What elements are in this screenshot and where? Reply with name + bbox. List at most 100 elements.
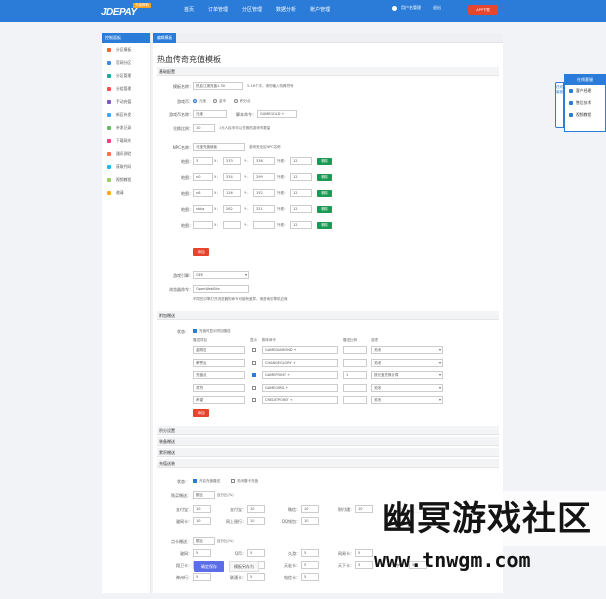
x-input[interactable]	[223, 221, 241, 229]
sidebar-item[interactable]: 分区模板	[102, 43, 150, 56]
sidebar-item[interactable]: 补发记录	[102, 121, 150, 134]
outer-input[interactable]: 12	[290, 189, 312, 197]
extra-ratio-input[interactable]	[343, 383, 367, 392]
gift-input[interactable]: 5	[247, 573, 265, 581]
extra-command-input[interactable]: GAMEPOINT +	[262, 371, 338, 379]
extra-command-input[interactable]: GAMEGIRD +	[262, 383, 338, 392]
gift-input[interactable]: 5	[247, 549, 265, 557]
outer-input[interactable]: 12	[290, 221, 312, 229]
delete-map-button[interactable]: 删除	[317, 190, 332, 197]
gift-input[interactable]: 5	[301, 573, 319, 581]
sidebar-item[interactable]: 视频教程	[102, 173, 150, 186]
gift-input[interactable]: 5	[301, 561, 319, 569]
user-name[interactable]: 用户名管理	[401, 5, 421, 11]
outer-input[interactable]: 12	[290, 157, 312, 165]
extra-enable-checkbox[interactable]	[193, 329, 197, 333]
delete-map-button[interactable]: 删除	[317, 222, 332, 229]
extra-show-checkbox[interactable]	[252, 348, 256, 352]
extra-show-checkbox[interactable]	[252, 373, 256, 377]
currency-radio-points[interactable]	[234, 99, 238, 103]
extra-ratio-input[interactable]	[343, 358, 367, 367]
ratio-input[interactable]: 10	[193, 124, 215, 132]
sidebar-item[interactable]: 下载网关	[102, 134, 150, 147]
y-input[interactable]: 299	[253, 173, 275, 181]
x-input[interactable]: 126	[223, 189, 241, 197]
extra-option-select[interactable]: 关闭	[371, 346, 443, 354]
y-input[interactable]: 152	[253, 189, 275, 197]
gift-input[interactable]: 5	[193, 549, 211, 557]
extra-show-checkbox[interactable]	[252, 398, 256, 402]
extra-option-select[interactable]: 关闭	[371, 358, 443, 367]
delete-map-button[interactable]: 删除	[317, 206, 332, 213]
gift-ratio-input[interactable]: 额比	[193, 491, 215, 499]
add-map-button[interactable]: 添加	[193, 248, 209, 256]
map-input[interactable]	[193, 221, 213, 229]
service-manager[interactable]: 客户经理	[565, 85, 605, 97]
extra-item-input[interactable]: 荣誉点	[193, 358, 245, 367]
extra-item-input[interactable]: 金刚石	[193, 346, 245, 354]
currency-radio-coin[interactable]	[213, 99, 217, 103]
x-input[interactable]: 334	[223, 173, 241, 181]
extra-ratio-input[interactable]	[343, 346, 367, 354]
delete-map-button[interactable]: 删除	[317, 158, 332, 165]
extra-item-input[interactable]: 充值点	[193, 371, 245, 379]
gift-card-checkbox[interactable]	[231, 479, 235, 483]
sidebar-item[interactable]: 分区管理	[102, 69, 150, 82]
sidebar-item[interactable]: 分组管理	[102, 82, 150, 95]
extra-item-input[interactable]: 灵符	[193, 383, 245, 392]
card-gift-input[interactable]: 额比	[193, 537, 215, 545]
nav-orders[interactable]: 订单管理	[208, 6, 228, 13]
sidebar-item[interactable]: 获取代码	[102, 160, 150, 173]
section-points[interactable]: 积分设置	[157, 426, 499, 435]
nav-analytics[interactable]: 数据分析	[276, 6, 296, 13]
gift-enable-checkbox[interactable]	[193, 479, 197, 483]
extra-ratio-input[interactable]: 1	[343, 371, 367, 379]
add-extra-button[interactable]: 添加	[193, 409, 209, 417]
gift-input[interactable]: 5	[193, 573, 211, 581]
service-tab[interactable]: 在线客服	[555, 82, 564, 128]
gift-input[interactable]: 10	[193, 517, 211, 525]
sidebar-item[interactable]: 手动充值	[102, 95, 150, 108]
extra-ratio-input[interactable]	[343, 396, 367, 404]
nav-zones[interactable]: 分区管理	[242, 6, 262, 13]
map-input[interactable]: 3	[193, 157, 213, 165]
extra-option-select[interactable]: 按元宝兑换计算	[371, 371, 443, 379]
extra-show-checkbox[interactable]	[252, 360, 256, 365]
extra-option-select[interactable]: 关闭	[371, 383, 443, 392]
app-download-button[interactable]: APP下载	[468, 5, 498, 15]
map-input[interactable]: n0	[193, 173, 213, 181]
section-equip[interactable]: 装备赠送	[157, 437, 499, 446]
sidebar-item[interactable]: 新区补发	[102, 108, 150, 121]
gift-input[interactable]: 10	[247, 517, 265, 525]
section-recharge-equip[interactable]: 充值送装	[157, 459, 499, 468]
sidebar-item[interactable]: 官网分区	[102, 56, 150, 69]
outer-input[interactable]: 12	[290, 173, 312, 181]
x-input[interactable]: 333	[223, 157, 241, 165]
sidebar-item[interactable]: 通讯测验	[102, 147, 150, 160]
sidebar-item[interactable]: 邀请	[102, 186, 150, 199]
nav-home[interactable]: 首页	[184, 6, 194, 13]
engine-select[interactable]: GEE	[193, 271, 249, 279]
gift-input[interactable]: 10	[301, 517, 319, 525]
extra-option-select[interactable]: 关闭	[371, 396, 443, 404]
y-input[interactable]: 336	[253, 157, 275, 165]
section-accumulate[interactable]: 累积赠送	[157, 448, 499, 457]
extra-command-input[interactable]: GAMEDIAMOND +	[262, 346, 338, 354]
script-command-input[interactable]: GAMEGOLD +	[257, 110, 297, 118]
map-input[interactable]: n6	[193, 189, 213, 197]
map-input[interactable]: sbkq	[193, 205, 213, 213]
extra-show-checkbox[interactable]	[252, 385, 256, 390]
nav-account[interactable]: 账户管理	[310, 6, 330, 13]
service-video[interactable]: 视频教程	[565, 109, 605, 121]
section-extra[interactable]: 附加赠送	[157, 311, 499, 320]
service-support[interactable]: 售后技术	[565, 97, 605, 109]
breadcrumb-tab[interactable]: 编辑模板	[153, 33, 177, 43]
gift-input[interactable]: 10	[193, 505, 211, 513]
logo[interactable]: JDEPAY 充值帮助	[101, 3, 159, 19]
gift-input[interactable]: 10	[355, 505, 373, 513]
gift-input[interactable]: 5	[355, 561, 373, 569]
gift-input[interactable]: 5	[355, 549, 373, 557]
currency-name-input[interactable]: 元宝	[193, 110, 227, 118]
y-input[interactable]	[253, 221, 275, 229]
delete-map-button[interactable]: 删除	[317, 174, 332, 181]
